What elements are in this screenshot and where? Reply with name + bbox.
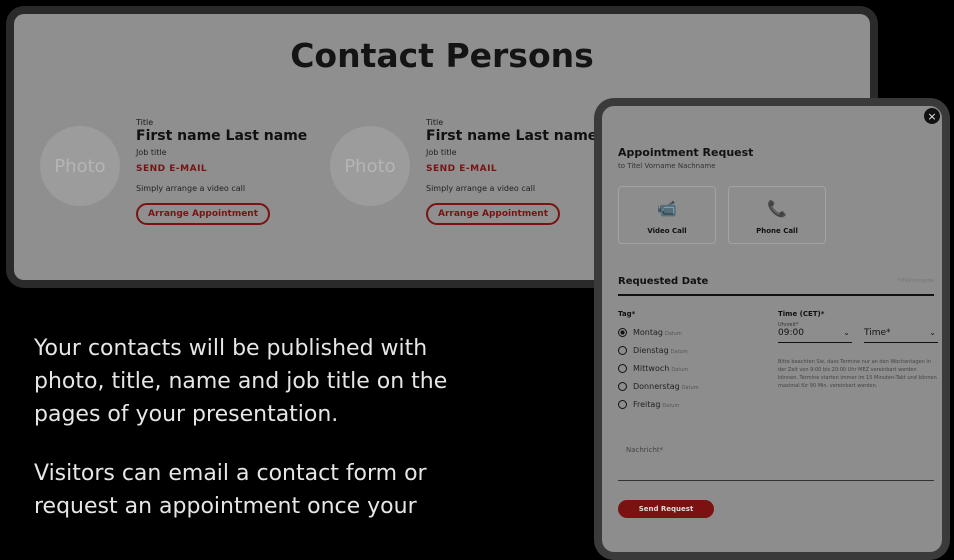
appointment-device: × Appointment Request to Titel Vorname N… [594,98,950,560]
day-label: Tag* [618,310,636,318]
phone-call-option[interactable]: 📞 Phone Call [728,186,826,244]
contact-card: Photo Title First name Last name Job tit… [24,118,324,258]
time-from-select[interactable]: Uhrzeit* 09:00 ⌄ [778,322,852,343]
phone-call-label: Phone Call [756,227,798,235]
time-from-value: 09:00 [778,328,804,338]
appointment-title: Appointment Request [618,146,754,159]
day-date: Datum [662,403,680,409]
appointment-subtitle: to Titel Vorname Nachname [618,162,716,170]
message-placeholder: Nachricht* [626,446,664,454]
contact-card: Photo Title First name Last name Job tit… [314,118,614,258]
chevron-down-icon: ⌄ [843,328,850,337]
video-call-icon: 📹 [657,199,677,218]
contact-job-title: Job title [426,148,457,157]
radio-icon [618,400,627,409]
day-name: Donnerstag [633,382,680,391]
arrange-appointment-button[interactable]: Arrange Appointment [426,203,561,225]
photo-placeholder: Photo [330,126,410,206]
send-email-link[interactable]: SEND E-MAIL [136,164,307,174]
video-call-text: Simply arrange a video call [426,184,536,193]
day-radio-donnerstag[interactable]: Donnerstag Datum [618,382,699,391]
day-date: Datum [664,331,682,337]
description-paragraph: Your contacts will be published with pho… [34,336,448,427]
time-to-select[interactable]: Time* ⌄ [864,328,938,343]
day-radio-dienstag[interactable]: Dienstag Datum [618,346,688,355]
day-date: Datum [670,349,688,355]
send-email-link[interactable]: SEND E-MAIL [426,164,597,174]
video-call-option[interactable]: 📹 Video Call [618,186,716,244]
contact-title: Title [136,118,154,127]
time-label: Time (CET)* [778,310,825,318]
send-request-button[interactable]: Send Request [618,500,714,518]
contact-name: First name Last name [426,128,598,144]
contact-title: Title [426,118,444,127]
day-date: Datum [681,385,699,391]
day-name: Freitag [633,400,661,409]
description-paragraph: Visitors can email a contact form or req… [34,461,427,519]
page-title: Contact Persons [290,36,594,75]
radio-icon [618,346,627,355]
day-radio-montag[interactable]: Montag Datum [618,328,682,337]
chevron-down-icon: ⌄ [929,328,936,337]
arrange-appointment-button[interactable]: Arrange Appointment [136,203,271,225]
phone-icon: 📞 [767,199,787,218]
radio-icon [618,382,627,391]
time-to-placeholder: Time* [864,328,891,338]
radio-icon [618,364,627,373]
radio-selected-icon [618,328,627,337]
day-date: Datum [671,367,689,373]
divider [618,294,934,296]
day-name: Montag [633,328,663,337]
video-call-label: Video Call [647,227,687,235]
required-note: *Pflichtangabe [897,278,934,284]
time-note: Bitte beachten Sie, dass Termine nur an … [778,359,937,389]
day-radio-mittwoch[interactable]: Mittwoch Datum [618,364,688,373]
message-field[interactable]: Nachricht* [618,434,934,481]
requested-date-heading: Requested Date [618,276,709,287]
video-call-text: Simply arrange a video call [136,184,246,193]
description: Your contacts will be published with pho… [34,332,494,549]
day-name: Dienstag [633,346,669,355]
photo-placeholder: Photo [40,126,120,206]
day-radio-freitag[interactable]: Freitag Datum [618,400,679,409]
day-name: Mittwoch [633,364,670,373]
contact-job-title: Job title [136,148,167,157]
close-icon[interactable]: × [924,108,940,124]
appointment-screen: × Appointment Request to Titel Vorname N… [602,106,942,552]
contact-name: First name Last name [136,128,308,144]
